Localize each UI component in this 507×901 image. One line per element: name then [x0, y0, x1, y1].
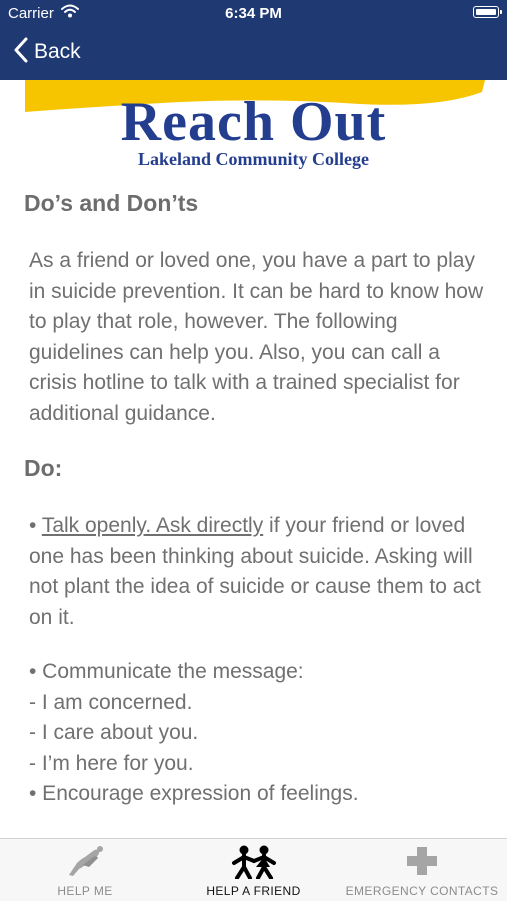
- section-heading: Do’s and Don’ts: [24, 190, 199, 216]
- intro-paragraph: As a friend or loved one, you have a par…: [29, 249, 484, 425]
- article-content: Do’s and Don’ts As a friend or loved one…: [24, 184, 484, 838]
- list-line: - I care about you.: [29, 721, 199, 744]
- tab-help-a-friend[interactable]: HELP A FRIEND: [170, 839, 337, 901]
- help-me-icon: [63, 845, 107, 882]
- tab-help-me[interactable]: HELP ME: [0, 839, 170, 901]
- do-heading: Do:: [24, 455, 63, 481]
- tab-help-a-friend-label: HELP A FRIEND: [206, 884, 301, 898]
- back-label: Back: [34, 40, 81, 63]
- talk-openly-link[interactable]: Talk openly. Ask directly: [42, 514, 263, 537]
- logo-title: Reach Out: [120, 91, 387, 153]
- list-line: - I am concerned.: [29, 690, 193, 714]
- tab-bar: HELP ME HELP A FRIEND EMERGENCY CONTACTS: [0, 838, 507, 901]
- list-line: • Communicate the message:: [29, 660, 304, 683]
- list-line: • Encourage expression of feelings.: [29, 782, 359, 805]
- tab-emergency-contacts-label: EMERGENCY CONTACTS: [345, 884, 499, 898]
- logo-subtitle: Lakeland Community College: [137, 149, 369, 169]
- reach-out-logo: Reach Out Lakeland Community College: [0, 80, 507, 180]
- status-bar: Carrier 6:34 PM: [0, 0, 507, 28]
- bullet: •: [29, 514, 37, 537]
- back-button[interactable]: Back: [14, 36, 81, 68]
- status-time: 6:34 PM: [225, 5, 282, 22]
- emergency-cross-icon: [405, 845, 439, 882]
- tab-help-me-label: HELP ME: [57, 884, 113, 898]
- do-item-communicate: • Communicate the message: - I am concer…: [24, 657, 484, 810]
- tab-emergency-contacts[interactable]: EMERGENCY CONTACTS: [337, 839, 507, 901]
- battery-icon: [473, 6, 502, 18]
- list-line: - I’m here for you.: [29, 751, 194, 775]
- top-header: Carrier 6:34 PM Back: [0, 0, 507, 80]
- chevron-left-icon: [14, 37, 28, 68]
- do-item-talk-openly: • Talk openly. Ask directly if your frie…: [24, 511, 484, 633]
- help-a-friend-icon: [231, 845, 277, 884]
